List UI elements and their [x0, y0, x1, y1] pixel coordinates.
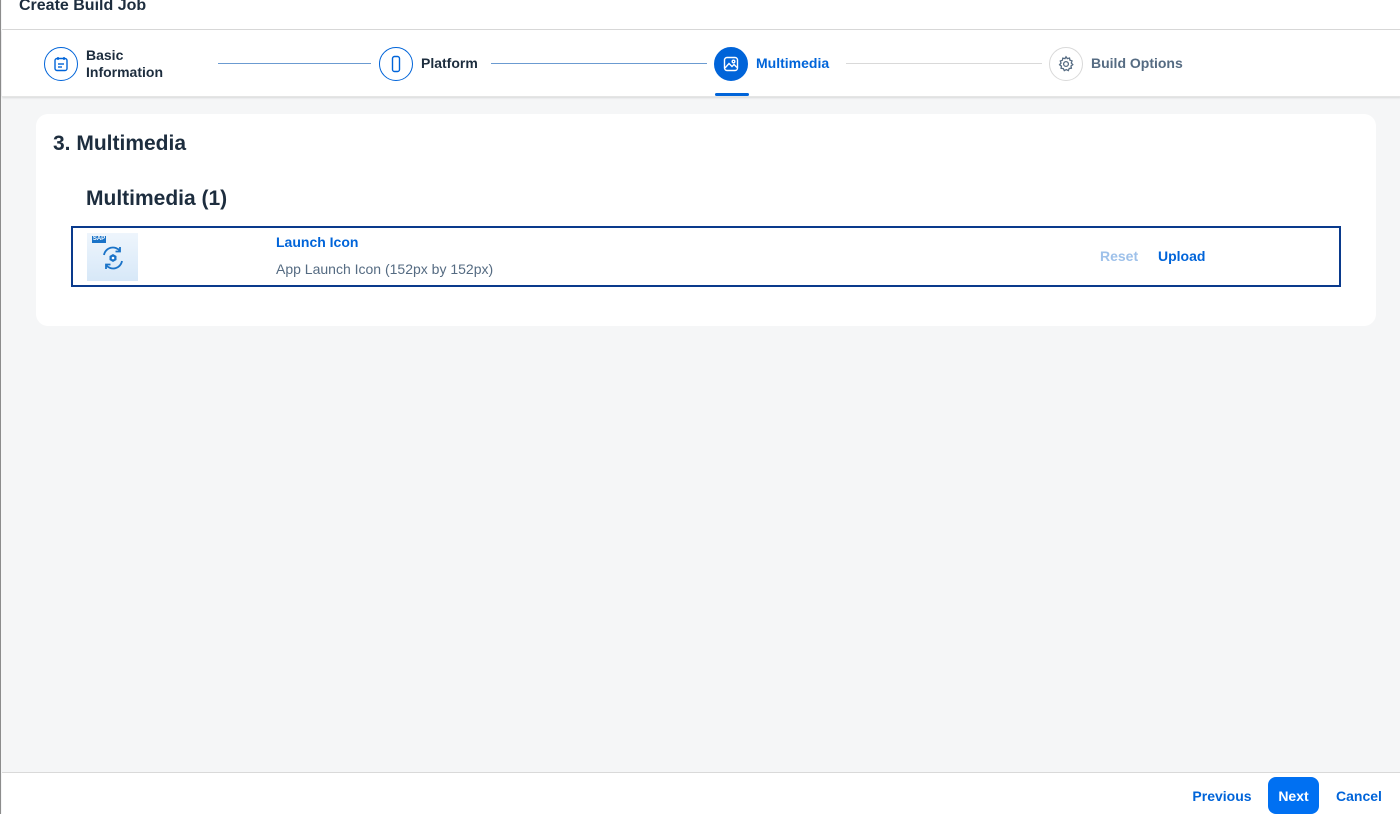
previous-button[interactable]: Previous	[1185, 777, 1259, 814]
gear-icon	[1049, 46, 1083, 81]
phone-icon	[379, 46, 413, 81]
image-icon	[714, 46, 748, 81]
wizard-step-multimedia[interactable]: Multimedia	[714, 30, 829, 97]
wizard-step-label: Platform	[421, 55, 478, 71]
step-label-line2: Information	[86, 63, 163, 80]
wizard-step-platform[interactable]: Platform	[379, 30, 478, 97]
upload-button[interactable]: Upload	[1158, 248, 1205, 264]
calendar-icon	[44, 46, 78, 81]
sync-icon	[103, 246, 123, 270]
active-step-indicator	[715, 93, 749, 96]
step-connector	[491, 63, 707, 64]
wizard-step-build-options[interactable]: Build Options	[1049, 30, 1183, 97]
launch-icon-title-link[interactable]: Launch Icon	[276, 234, 358, 250]
sap-logo: SAP	[92, 236, 106, 243]
launch-icon-description: App Launch Icon (152px by 152px)	[276, 261, 494, 277]
multimedia-list-title: Multimedia (1)	[86, 187, 228, 210]
next-button[interactable]: Next	[1268, 777, 1319, 814]
launch-icon-thumbnail: SAP	[87, 233, 138, 281]
app-frame: Create Build Job Basic Information Platf…	[0, 0, 1400, 814]
section-title: 3. Multimedia	[53, 132, 187, 155]
title-bar: Create Build Job	[2, 0, 1400, 30]
wizard-step-label: Basic Information	[86, 47, 163, 81]
wizard-step-label: Multimedia	[756, 55, 830, 71]
step-connector	[846, 63, 1042, 64]
wizard-progress-bar: Basic Information Platform Multimedia Bu…	[2, 30, 1400, 97]
multimedia-section-card: 3. Multimedia Multimedia (1) SAP Launch …	[36, 114, 1376, 326]
wizard-step-label: Build Options	[1091, 55, 1183, 71]
cancel-button[interactable]: Cancel	[1328, 777, 1390, 814]
step-connector	[218, 63, 371, 64]
reset-button[interactable]: Reset	[1100, 248, 1138, 264]
footer-toolbar: Previous Next Cancel	[2, 772, 1400, 814]
page-title: Create Build Job	[19, 0, 147, 14]
wizard-step-basic-information[interactable]: Basic Information	[44, 30, 163, 97]
step-label-line1: Basic	[86, 46, 124, 63]
list-item[interactable]: SAP Launch Icon App Launch Icon (152px b…	[71, 226, 1341, 287]
